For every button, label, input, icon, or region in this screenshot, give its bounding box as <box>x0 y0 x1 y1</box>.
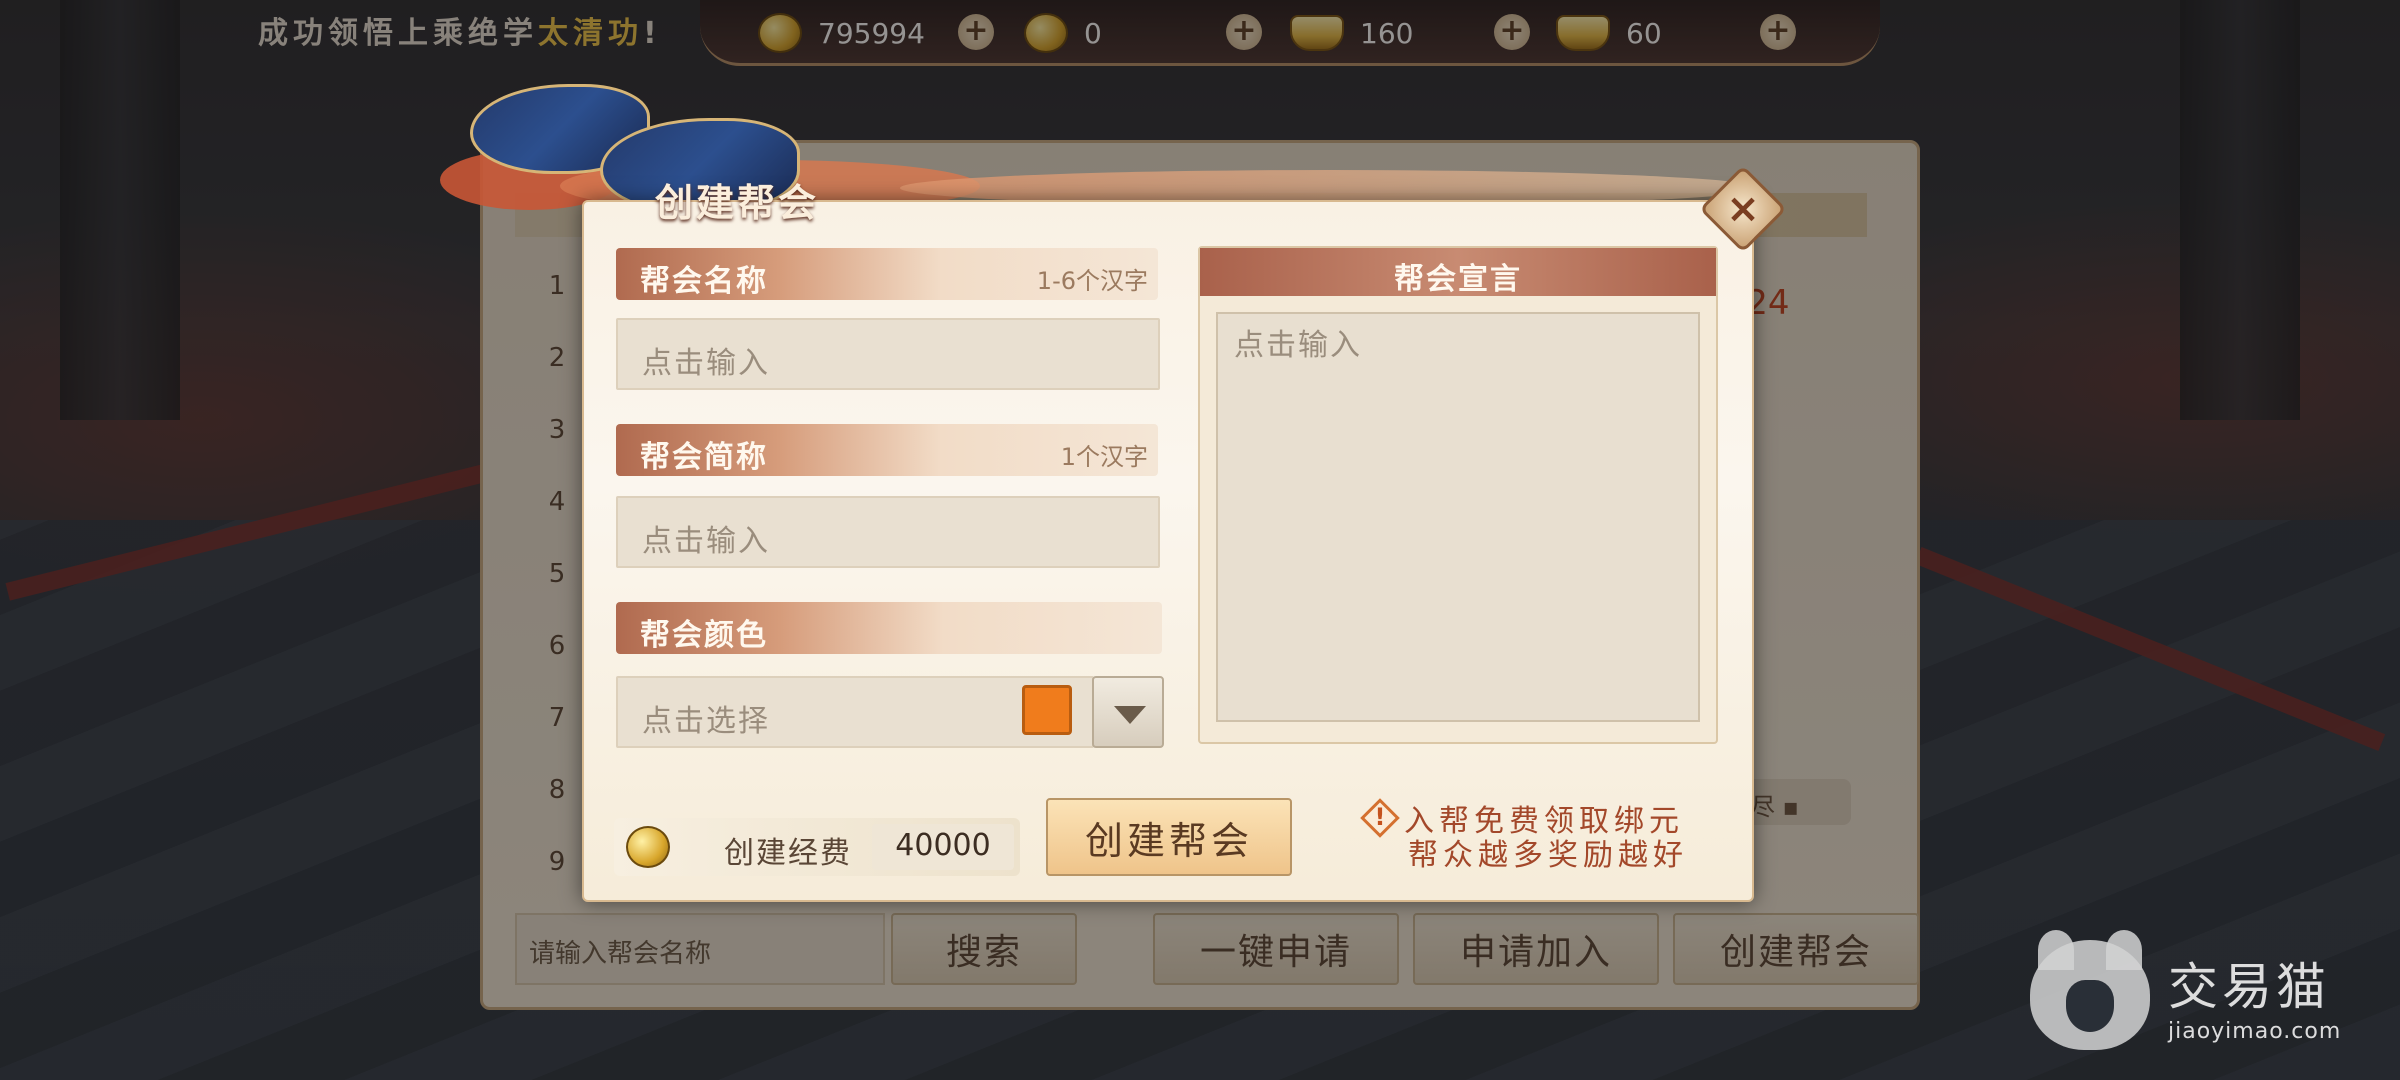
guild-name-section-header: 帮会名称 1-6个汉字 <box>616 248 1158 300</box>
guild-declaration-label: 帮会宣言 <box>1394 262 1522 297</box>
color-dropdown-button[interactable] <box>1092 676 1164 748</box>
gold-coin-icon <box>626 826 670 868</box>
watermark-url: jiaoyimao.com <box>2168 1018 2342 1044</box>
guild-short-section-header: 帮会简称 1个汉字 <box>616 424 1158 476</box>
guild-short-input[interactable]: 点击输入 <box>616 496 1160 568</box>
selected-color-swatch[interactable] <box>1022 685 1072 735</box>
watermark-name: 交易猫 <box>2168 957 2330 1016</box>
chevron-down-icon <box>1114 706 1146 724</box>
guild-short-label: 帮会简称 <box>640 440 768 475</box>
creation-fee-value: 40000 <box>872 824 1014 870</box>
guild-short-hint: 1个汉字 <box>1060 443 1148 471</box>
creation-fee: 创建经费 40000 <box>614 818 1020 876</box>
guild-declaration-input[interactable]: 点击输入 <box>1216 312 1700 722</box>
guild-color-label: 帮会颜色 <box>640 618 768 653</box>
create-guild-button[interactable]: 创建帮会 <box>1046 798 1292 876</box>
guild-name-hint: 1-6个汉字 <box>1036 267 1148 295</box>
watermark: 交易猫 jiaoyimao.com <box>2030 930 2342 1050</box>
guild-declaration-header: 帮会宣言 <box>1200 248 1716 297</box>
guild-name-label: 帮会名称 <box>640 264 768 299</box>
close-icon: × <box>1726 186 1760 232</box>
dialog-title: 创建帮会 <box>655 181 820 225</box>
guild-declaration-panel: 帮会宣言 点击输入 <box>1198 246 1718 744</box>
creation-fee-label: 创建经费 <box>724 836 852 871</box>
warning-icon: ! <box>1360 798 1400 838</box>
cat-logo-icon <box>2030 930 2150 1050</box>
guild-color-section-header: 帮会颜色 <box>616 602 1162 654</box>
guild-name-input[interactable]: 点击输入 <box>616 318 1160 390</box>
tip-text-line2: 帮众越多奖励越好 <box>1408 838 1688 873</box>
